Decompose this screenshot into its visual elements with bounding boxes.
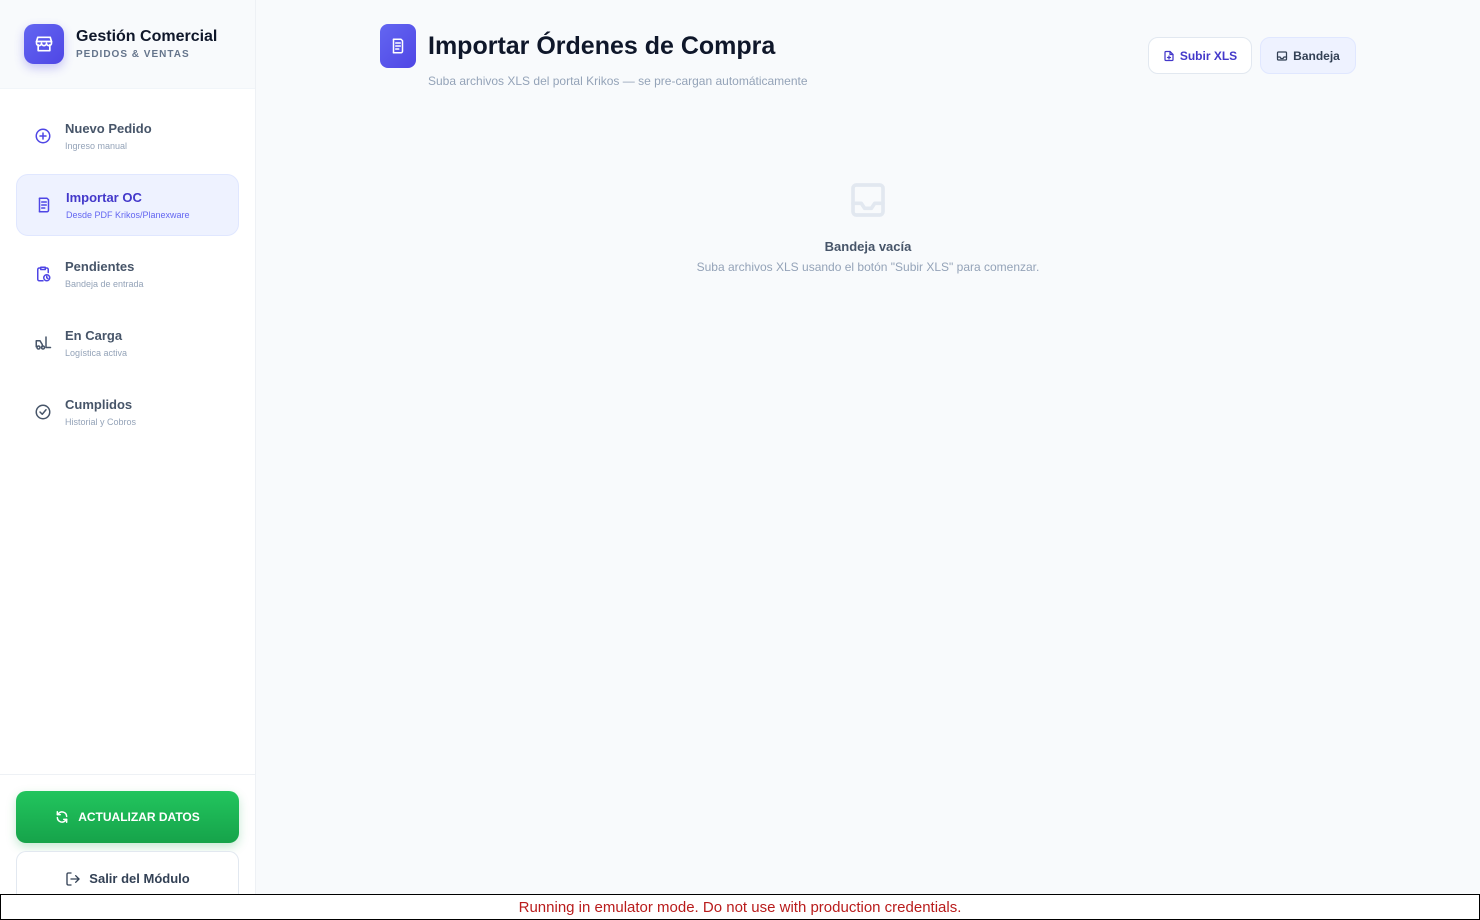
sidebar-footer: ACTUALIZAR DATOS Salir del Módulo [0, 774, 255, 901]
page-subtitle: Suba archivos XLS del portal Krikos — se… [428, 74, 808, 88]
exit-module-label: Salir del Módulo [89, 871, 190, 886]
logout-icon [66, 871, 80, 886]
empty-state-title: Bandeja vacía [824, 239, 912, 254]
clipboard-clock-icon [32, 263, 54, 285]
inbox-button[interactable]: Bandeja [1260, 37, 1356, 74]
main-content: Importar Órdenes de Compra Suba archivos… [256, 0, 1480, 894]
sidebar-item-label: Pendientes [65, 259, 135, 274]
sidebar-item-label: En Carga [65, 328, 123, 343]
file-plus-icon [1164, 50, 1174, 61]
store-icon [24, 24, 64, 64]
upload-xls-button[interactable]: Subir XLS [1148, 37, 1252, 74]
sidebar-item-label: Nuevo Pedido [65, 121, 152, 136]
sidebar-nav: Nuevo Pedido Ingreso manual Importar OC … [0, 89, 255, 466]
sidebar-item-desc: Logística activa [65, 348, 128, 358]
document-icon [380, 24, 416, 68]
check-circle-icon [32, 401, 54, 423]
brand-subtitle: PEDIDOS & VENTAS [76, 49, 190, 60]
sidebar-item-desc: Historial y Cobros [65, 417, 137, 427]
document-icon [33, 194, 55, 216]
sidebar-item-pendientes[interactable]: Pendientes Bandeja de entrada [16, 243, 239, 305]
refresh-data-label: ACTUALIZAR DATOS [78, 810, 200, 824]
empty-state-text: Suba archivos XLS usando el botón "Subir… [696, 260, 1040, 274]
emulator-warning-banner: Running in emulator mode. Do not use wit… [0, 894, 1480, 920]
sidebar-item-desc: Bandeja de entrada [65, 279, 144, 289]
empty-state: Bandeja vacía Suba archivos XLS usando e… [256, 180, 1480, 274]
inbox-icon [1277, 50, 1288, 61]
forklift-icon [32, 332, 54, 354]
sidebar-item-label: Importar OC [66, 190, 142, 205]
sidebar-item-desc: Desde PDF Krikos/Planexware [66, 210, 190, 220]
refresh-data-button[interactable]: ACTUALIZAR DATOS [16, 791, 239, 843]
sidebar-item-cumplidos[interactable]: Cumplidos Historial y Cobros [16, 381, 239, 443]
refresh-icon [56, 811, 68, 823]
sidebar-item-importar-oc[interactable]: Importar OC Desde PDF Krikos/Planexware [16, 174, 239, 236]
upload-xls-label: Subir XLS [1179, 48, 1238, 63]
sidebar-item-en-carga[interactable]: En Carga Logística activa [16, 312, 239, 374]
sidebar-item-label: Cumplidos [65, 397, 133, 412]
inbox-icon [256, 180, 1480, 220]
plus-circle-icon [32, 125, 54, 147]
sidebar-item-nuevo-pedido[interactable]: Nuevo Pedido Ingreso manual [16, 105, 239, 167]
sidebar: Gestión Comercial PEDIDOS & VENTAS Nuevo… [0, 0, 256, 901]
page-title: Importar Órdenes de Compra [428, 32, 776, 60]
brand-header: Gestión Comercial PEDIDOS & VENTAS [0, 0, 255, 89]
brand-title: Gestión Comercial [76, 28, 218, 45]
inbox-label: Bandeja [1293, 48, 1340, 63]
sidebar-item-desc: Ingreso manual [65, 141, 128, 151]
